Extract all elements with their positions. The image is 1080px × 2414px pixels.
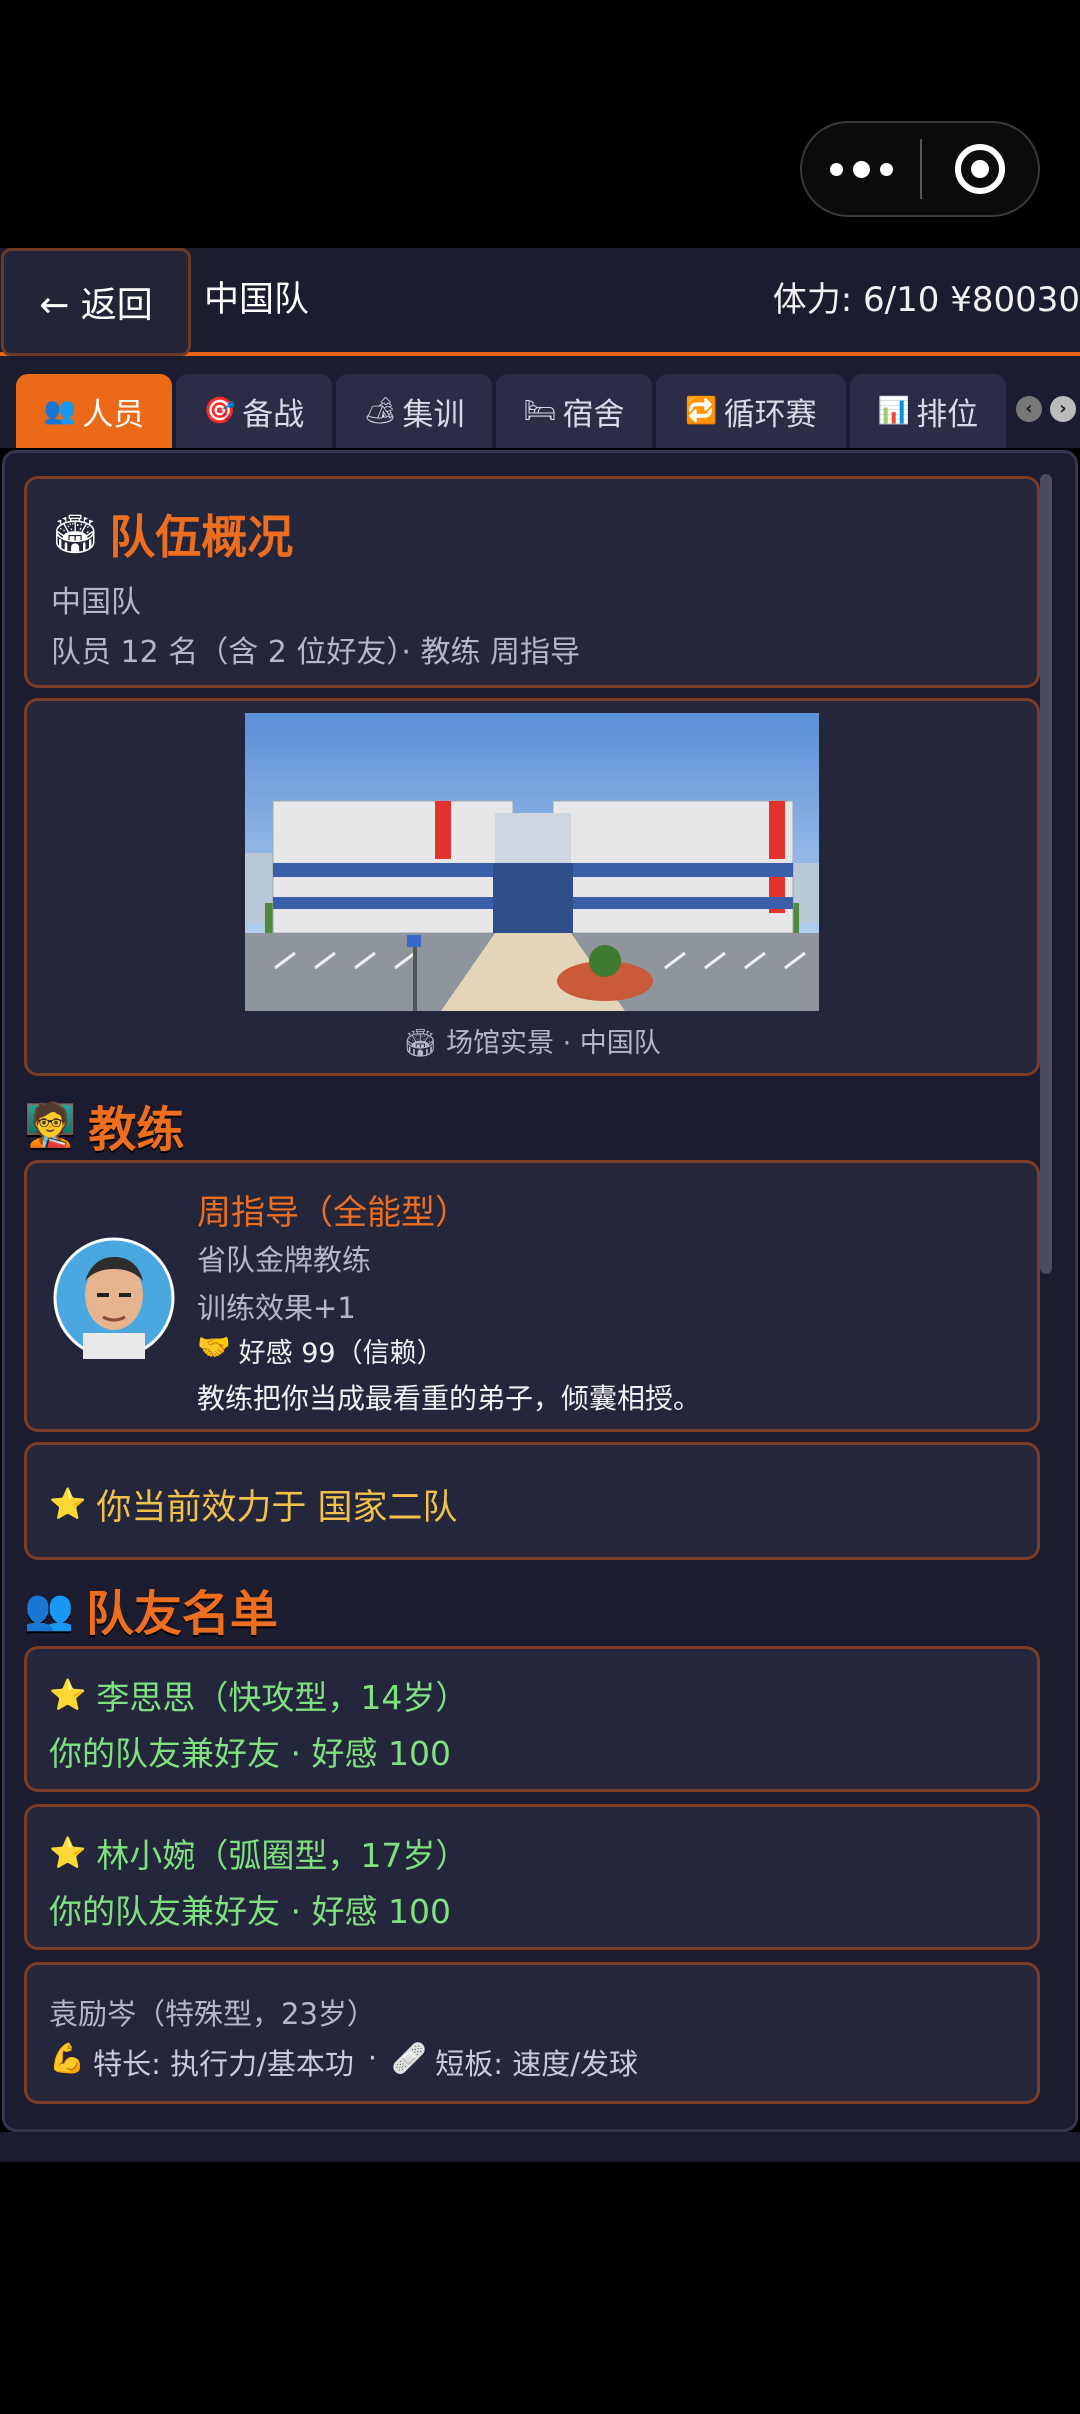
more-dot-icon [879, 162, 893, 176]
tab-ranking[interactable]: 📊 排位 [850, 374, 1006, 448]
coach-favor: 🤝 好感 99（信赖） [197, 1331, 444, 1370]
star-icon: ⭐ [49, 1835, 87, 1871]
status-stats: 体力: 6/10 ¥80030 [772, 280, 1080, 320]
overview-summary: 队员 12 名（含 2 位好友）· 教练 周指导 [51, 635, 581, 670]
tab-label: 循环赛 [723, 396, 817, 433]
repeat-icon: 🔁 [685, 396, 718, 426]
coach-note: 教练把你当成最看重的弟子，倾囊相授。 [197, 1382, 702, 1415]
list-item[interactable]: ⭐ 李思思（快攻型，14岁） 你的队友兼好友 · 好感 100 [24, 1646, 1040, 1792]
weakness-text: 短板: 速度/发球 [435, 2047, 638, 2081]
tab-label: 排位 [916, 396, 979, 433]
chevron-left-icon[interactable]: ‹ [1016, 396, 1042, 422]
target-icon [955, 144, 1005, 194]
bar-chart-icon: 📊 [877, 396, 911, 426]
list-item[interactable]: 袁励岑（特殊型，23岁） 💪 特长: 执行力/基本功 · 🩹 短板: 速度/发球 [24, 1962, 1040, 2104]
tab-label: 备战 [242, 396, 305, 433]
list-item[interactable]: ⭐ 林小婉（弧圈型，17岁） 你的队友兼好友 · 好感 100 [24, 1804, 1040, 1950]
tab-bar: 👥 人员 🎯 备战 🏕 集训 🛏 宿舍 🔁 循环赛 📊 排位 ‹ › [0, 356, 1080, 448]
coach-favor-text: 好感 99（信赖） [238, 1338, 444, 1369]
teammate-name-text: 林小婉（弧圈型，17岁） [96, 1836, 469, 1875]
coach-avatar [53, 1237, 175, 1359]
miniprogram-capsule [800, 121, 1040, 217]
tab-label: 宿舍 [562, 396, 625, 433]
teammate-detail: 你的队友兼好友 · 好感 100 [49, 1892, 451, 1931]
target-icon: 🎯 [203, 396, 237, 426]
coach-rank: 省队金牌教练 [197, 1243, 372, 1277]
current-team-card: ⭐ 你当前效力于 国家二队 [24, 1442, 1040, 1560]
coach-card[interactable]: 周指导（全能型） 省队金牌教练 训练效果+1 🤝 好感 99（信赖） 教练把你当… [24, 1160, 1040, 1432]
back-button[interactable]: ← 返回 [1, 248, 191, 356]
tab-dormitory[interactable]: 🛏 宿舍 [496, 374, 652, 448]
section-title-text: 队友名单 [85, 1586, 278, 1642]
bed-icon: 🛏 [523, 396, 557, 426]
section-title-text: 教练 [88, 1102, 185, 1158]
strength-text: 特长: 执行力/基本功 [93, 2047, 354, 2081]
team-overview-card: 🏟 队伍概况 中国队 队员 12 名（含 2 位好友）· 教练 周指导 [24, 476, 1040, 688]
teammate-name: 袁励岑（特殊型，23岁） [49, 1997, 376, 2031]
tab-scroll-controls: ‹ › [1016, 396, 1076, 422]
teammate-traits: 💪 特长: 执行力/基本功 · 🩹 短板: 速度/发球 [49, 2041, 638, 2083]
teammate-name-text: 李思思（快攻型，14岁） [96, 1678, 469, 1717]
close-miniprogram-button[interactable] [922, 123, 1038, 215]
venue-image [245, 713, 819, 1011]
teammate-detail: 你的队友兼好友 · 好感 100 [49, 1734, 451, 1773]
more-menu-button[interactable] [802, 123, 920, 215]
tab-personnel[interactable]: 👥 人员 [16, 374, 172, 448]
teammate-name: ⭐ 李思思（快攻型，14岁） [49, 1671, 468, 1719]
coach-name: 周指导（全能型） [197, 1193, 469, 1233]
star-icon: ⭐ [49, 1487, 87, 1522]
current-team-text: ⭐ 你当前效力于 国家二队 [49, 1479, 458, 1530]
overview-title: 队伍概况 [109, 510, 294, 564]
tab-training-camp[interactable]: 🏕 集训 [336, 374, 492, 448]
panel-bottom [0, 2132, 1080, 2162]
venue-caption-text: 场馆实景 · 中国队 [446, 1028, 661, 1059]
venue-card: 🏟 场馆实景 · 中国队 [24, 698, 1040, 1076]
top-header: ← 返回 中国队 体力: 6/10 ¥80030 [0, 248, 1080, 356]
camp-icon: 🏕 [363, 396, 397, 426]
tab-preparation[interactable]: 🎯 备战 [176, 374, 332, 448]
handshake-icon: 🤝 [197, 1332, 231, 1363]
stadium-icon: 🏟 [51, 511, 100, 556]
overview-team: 中国队 [51, 585, 141, 620]
bandage-icon: 🩹 [391, 2041, 428, 2075]
people-icon: 👥 [43, 396, 77, 426]
more-dot-icon [829, 162, 843, 176]
more-dot-icon [852, 160, 870, 178]
muscle-icon: 💪 [49, 2041, 86, 2075]
people-icon: 👥 [24, 1586, 74, 1633]
tab-round-robin[interactable]: 🔁 循环赛 [656, 374, 846, 448]
teacher-icon: 🧑‍🏫 [24, 1100, 77, 1149]
coach-section-title: 🧑‍🏫 教练 [24, 1090, 184, 1160]
chevron-right-icon[interactable]: › [1050, 396, 1076, 422]
coach-effect: 训练效果+1 [197, 1291, 356, 1325]
current-team-label: 你当前效力于 国家二队 [96, 1488, 458, 1528]
scrollbar[interactable] [1040, 474, 1052, 1274]
separator-dot: · [367, 2041, 378, 2075]
star-icon: ⭐ [49, 1677, 87, 1713]
teammate-name: ⭐ 林小婉（弧圈型，17岁） [49, 1829, 468, 1877]
tab-label: 集训 [402, 396, 465, 433]
venue-caption: 🏟 场馆实景 · 中国队 [27, 1021, 1037, 1060]
stadium-icon: 🏟 [403, 1028, 438, 1059]
roster-section-title: 👥 队友名单 [24, 1574, 278, 1644]
page-title: 中国队 [204, 280, 310, 320]
tab-label: 人员 [82, 396, 145, 433]
